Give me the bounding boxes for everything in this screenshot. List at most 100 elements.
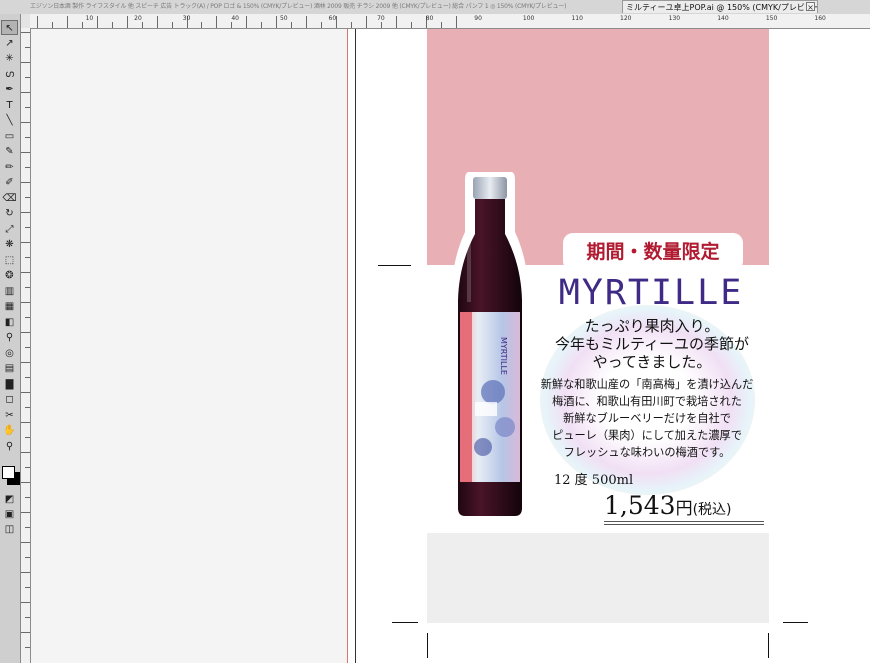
zoom-tool-icon[interactable]: ⚲ xyxy=(1,439,18,454)
catch-copy-line[interactable]: やってきました。 xyxy=(542,353,762,371)
graph-tool-icon[interactable]: ▥ xyxy=(1,284,18,299)
ruler-tick xyxy=(156,16,158,28)
ruler-tick xyxy=(21,392,30,393)
magic-wand-tool-icon[interactable]: ✳ xyxy=(1,51,18,66)
free-transform-tool-icon[interactable]: ⬚ xyxy=(1,253,18,268)
symbol-sprayer-tool-icon[interactable]: ❂ xyxy=(1,268,18,283)
tax-label: (税込) xyxy=(692,502,732,518)
ruler-tick xyxy=(25,107,30,108)
rectangle-tool-icon[interactable]: ▭ xyxy=(1,129,18,144)
mesh-tool-icon[interactable]: ▦ xyxy=(1,299,18,314)
price-value: 1,543 xyxy=(604,491,676,520)
ruler-tick xyxy=(21,542,30,543)
price-block[interactable]: 1,543円(税込) xyxy=(604,490,766,522)
lasso-tool-icon[interactable]: ഗ xyxy=(1,67,18,82)
ruler-tick xyxy=(25,287,30,288)
ruler-label: 40 xyxy=(231,15,239,22)
column-graph-tool-icon[interactable]: ▇ xyxy=(1,377,18,392)
ruler-label: 130 xyxy=(668,15,681,22)
direct-selection-tool-icon[interactable]: ↗ xyxy=(1,36,18,51)
crop-mark xyxy=(768,633,769,658)
ruler-tick xyxy=(21,182,30,183)
body-copy-line[interactable]: フレッシュな味わいの梅酒です。 xyxy=(532,444,762,461)
pencil-tool-icon[interactable]: ✏ xyxy=(1,160,18,175)
gradient-tool-icon[interactable]: ◧ xyxy=(1,315,18,330)
body-copy-line[interactable]: 新鮮な和歌山産の「南高梅」を漬け込んだ xyxy=(532,376,762,393)
catch-copy-line[interactable]: たっぷり果肉入り。 xyxy=(542,317,762,335)
fill-swatch[interactable] xyxy=(2,466,15,479)
ruler-tick xyxy=(171,22,173,28)
ruler-label: 60 xyxy=(328,15,337,22)
ruler-tick xyxy=(21,272,30,273)
body-copy-line[interactable]: 新鮮なブルーベリーだけを自社で xyxy=(532,410,762,427)
scale-tool-icon[interactable]: ⤢ xyxy=(1,222,18,237)
ruler-tick xyxy=(380,22,382,28)
ruler-tick xyxy=(25,527,30,528)
active-document-tab[interactable]: ミルティーユ卓上POP.ai @ 150% (CMYK/プレビュー) xyxy=(622,0,818,13)
ruler-tick xyxy=(21,32,30,33)
inactive-document-tabs[interactable]: エジソン日本酒 製作 ライフスタイル 他 スピーチ 広告 トラック(A) / P… xyxy=(30,1,620,13)
ruler-tick xyxy=(25,497,30,498)
live-paint-tool-icon[interactable]: ▤ xyxy=(1,361,18,376)
ruler-tick xyxy=(25,587,30,588)
ruler-tick xyxy=(21,242,30,243)
type-tool-icon[interactable]: T xyxy=(1,98,18,113)
bleed-guide xyxy=(347,29,348,663)
close-tab-icon[interactable]: × xyxy=(806,2,815,12)
ruler-tick xyxy=(25,47,30,48)
blob-brush-tool-icon[interactable]: ✐ xyxy=(1,175,18,190)
selection-tool-icon[interactable]: ↖ xyxy=(1,20,18,35)
artboard-tool-icon[interactable]: ◻ xyxy=(1,392,18,407)
warp-tool-icon[interactable]: ❋ xyxy=(1,237,18,252)
ruler-tick xyxy=(66,16,68,28)
ruler-tick xyxy=(21,332,30,333)
color-mode-icon[interactable]: ◩ xyxy=(1,492,18,507)
slice-tool-icon[interactable]: ✂ xyxy=(1,408,18,423)
ruler-tick xyxy=(25,227,30,228)
ruler-tick xyxy=(231,22,233,28)
catch-copy-line[interactable]: 今年もミルティーユの季節が xyxy=(542,335,762,353)
ruler-tick xyxy=(321,22,323,28)
ruler-label: 80 xyxy=(425,15,434,22)
volume-spec[interactable]: 12 度 500ml xyxy=(554,472,674,490)
ruler-tick xyxy=(21,602,30,603)
ruler-tick xyxy=(21,422,30,423)
body-copy-line[interactable]: ピューレ（果肉）にして加えた濃厚で xyxy=(532,427,762,444)
hand-tool-icon[interactable]: ✋ xyxy=(1,423,18,438)
ruler-tick xyxy=(21,152,30,153)
horizontal-ruler[interactable]: 10 20 30 40 50 60 70 80 90 100 110 120 130 140 150 160 xyxy=(30,14,870,29)
screen-mode-icon[interactable]: ▣ xyxy=(1,507,18,522)
ruler-tick xyxy=(365,16,367,28)
ruler-label: 140 xyxy=(717,15,729,22)
line-tool-icon[interactable]: ╲ xyxy=(1,113,18,128)
ruler-tick xyxy=(25,317,30,318)
ruler-tick xyxy=(25,137,30,138)
liqueur-bottle-image[interactable]: MYRTILLE xyxy=(449,172,531,522)
blend-tool-icon[interactable]: ◎ xyxy=(1,346,18,361)
ruler-tick xyxy=(21,302,30,303)
price-underline xyxy=(604,521,764,522)
limited-badge-text: 期間・数量限定 xyxy=(586,241,720,263)
body-copy-line[interactable]: 梅酒に、和歌山有田川町で栽培された xyxy=(532,393,762,410)
ruler-tick xyxy=(455,16,457,28)
ruler-tick xyxy=(25,647,30,648)
vertical-ruler[interactable] xyxy=(20,28,31,663)
ruler-label: 20 xyxy=(134,15,142,22)
eyedropper-tool-icon[interactable]: ⚲ xyxy=(1,330,18,345)
draw-mode-icon[interactable]: ◫ xyxy=(1,522,18,537)
ruler-tick xyxy=(25,377,30,378)
ruler-tick xyxy=(216,16,218,28)
paintbrush-tool-icon[interactable]: ✎ xyxy=(1,144,18,159)
pen-tool-icon[interactable]: ✒ xyxy=(1,82,18,97)
eraser-tool-icon[interactable]: ⌫ xyxy=(1,191,18,206)
ruler-tick xyxy=(440,22,442,28)
ruler-tick xyxy=(126,16,128,28)
bottle-label-text: MYRTILLE xyxy=(499,337,508,375)
ruler-label: 160 xyxy=(814,15,826,22)
gray-fold-area[interactable] xyxy=(427,533,769,623)
ruler-tick xyxy=(25,167,30,168)
ruler-label: 150 xyxy=(765,15,778,22)
ruler-label: 30 xyxy=(182,15,191,22)
rotate-tool-icon[interactable]: ↻ xyxy=(1,206,18,221)
pasteboard[interactable] xyxy=(31,29,347,663)
